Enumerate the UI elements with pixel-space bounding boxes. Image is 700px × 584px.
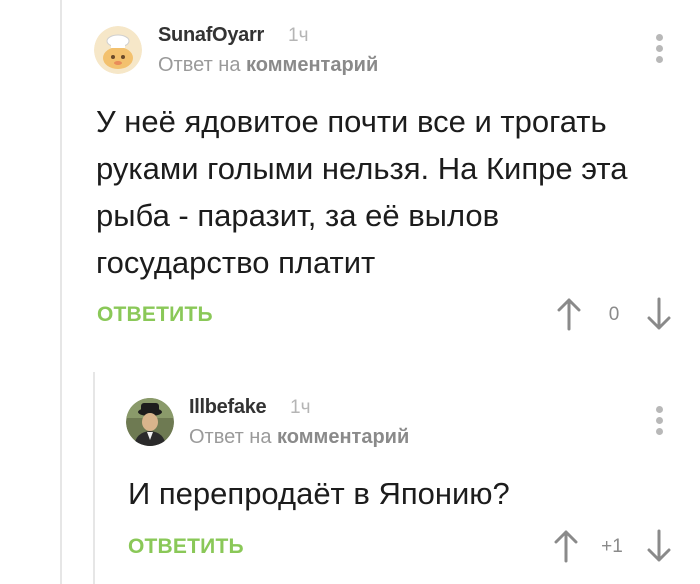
comment-author[interactable]: Illbefake [189, 396, 267, 419]
reply-to-prefix: Ответ на [189, 426, 272, 448]
comment-text: У неё ядовитое почти все и трогать рукам… [96, 104, 628, 280]
arrow-up-icon[interactable] [557, 297, 581, 331]
vote-score: 0 [608, 304, 620, 325]
comment-time: 1ч [290, 397, 311, 418]
comment-author[interactable]: SunafOyarr [158, 24, 264, 47]
arrow-down-icon[interactable] [647, 529, 671, 563]
nested-thread-line [93, 372, 95, 584]
vote-score: +1 [601, 536, 623, 557]
arrow-down-icon[interactable] [647, 297, 671, 331]
reply-to-link[interactable]: комментарий [277, 426, 409, 448]
reply-context: Ответ на комментарий [189, 426, 409, 449]
avatar[interactable] [94, 26, 142, 74]
thread-line [60, 0, 62, 584]
comment-text: И перепродаёт в Японию? [128, 476, 510, 511]
reply-button[interactable]: ОТВЕТИТЬ [128, 535, 244, 559]
comment-time: 1ч [288, 25, 309, 46]
avatar[interactable] [126, 398, 174, 446]
reply-button[interactable]: ОТВЕТИТЬ [97, 303, 213, 327]
reply-context: Ответ на комментарий [158, 54, 378, 77]
more-vertical-icon[interactable] [655, 406, 663, 439]
arrow-up-icon[interactable] [554, 529, 578, 563]
reply-to-link[interactable]: комментарий [246, 54, 378, 76]
more-vertical-icon[interactable] [655, 34, 663, 67]
reply-to-prefix: Ответ на [158, 54, 241, 76]
